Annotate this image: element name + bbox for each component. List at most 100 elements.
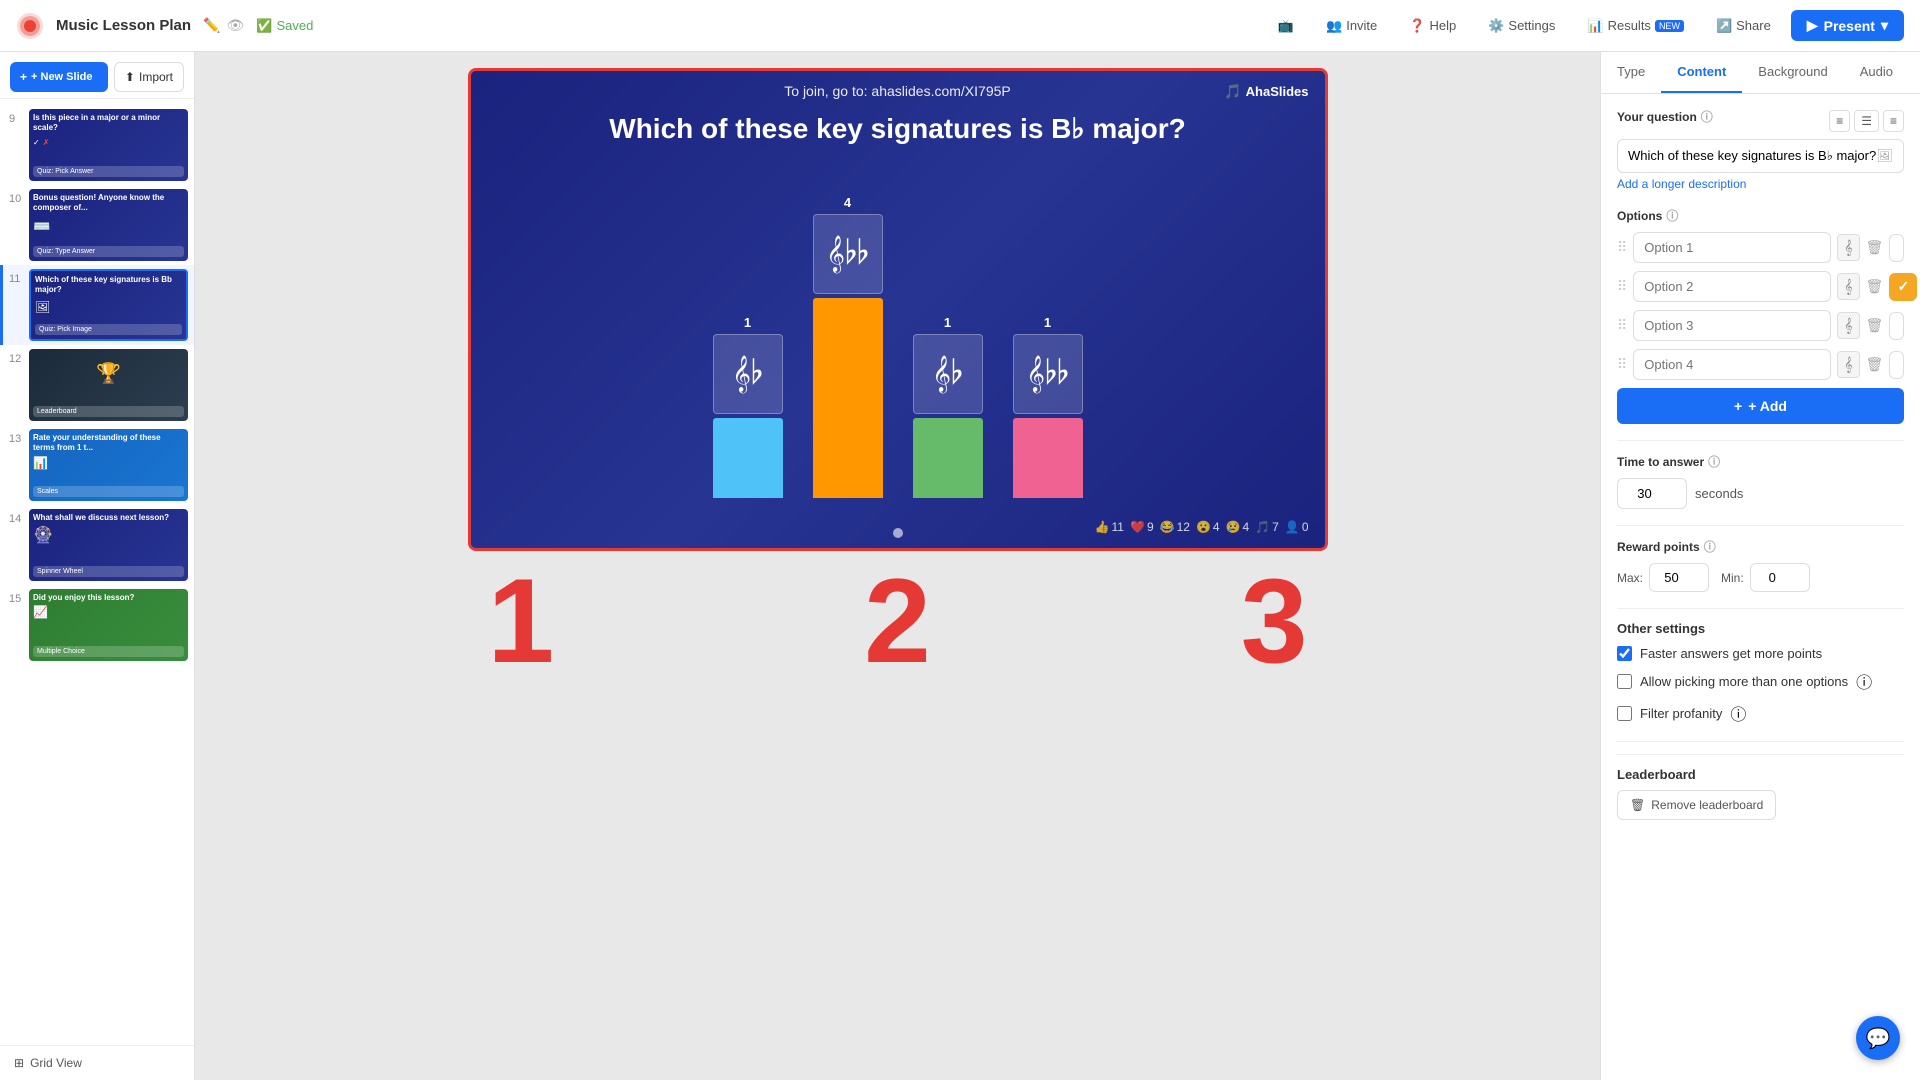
filter-profanity-checkbox[interactable] bbox=[1617, 706, 1632, 721]
slide-item[interactable]: 14 What shall we discuss next lesson? 🎡 … bbox=[0, 505, 194, 585]
faster-answers-checkbox[interactable] bbox=[1617, 646, 1632, 661]
option-delete-icon[interactable]: 🗑 bbox=[1866, 317, 1884, 334]
results-button[interactable]: 📊 Results NEW bbox=[1575, 12, 1696, 40]
tab-background[interactable]: Background bbox=[1742, 52, 1843, 93]
option-row: ⠿ 𝄞 🗑 ✓ bbox=[1617, 271, 1904, 302]
bar-image: 𝄞♭ bbox=[913, 334, 983, 414]
share-button[interactable]: ↗️ Share bbox=[1704, 12, 1783, 40]
chat-button[interactable]: 💬 bbox=[1856, 1016, 1900, 1060]
align-left-icon[interactable]: ≡ bbox=[1829, 110, 1850, 132]
tab-type[interactable]: Type bbox=[1601, 52, 1661, 93]
filter-profanity-label: Filter profanity bbox=[1640, 706, 1722, 721]
option-music-button[interactable]: 𝄞 bbox=[1837, 273, 1859, 300]
multi-option-checkbox[interactable] bbox=[1617, 674, 1632, 689]
divider bbox=[1617, 741, 1904, 742]
question-input[interactable] bbox=[1628, 149, 1876, 164]
settings-button[interactable]: ⚙️ Settings bbox=[1476, 12, 1567, 40]
drag-handle-icon[interactable]: ⠿ bbox=[1617, 239, 1627, 256]
option-delete-icon[interactable]: 🗑 bbox=[1866, 278, 1884, 295]
option-music-button[interactable]: 𝄞 bbox=[1837, 234, 1859, 261]
time-section: Time to answer ⓘ seconds bbox=[1617, 453, 1904, 509]
slide-item[interactable]: 9 Is this piece in a major or a minor sc… bbox=[0, 105, 194, 185]
question-section: Your question ⓘ ≡ ☰ ≡ 🖼 Add a longer des… bbox=[1617, 108, 1904, 191]
slide-item[interactable]: 12 🏆 Leaderboard bbox=[0, 345, 194, 425]
preview-numbers: 1 2 3 bbox=[468, 551, 1328, 691]
topbar: Music Lesson Plan ✏️ 👁 ✅ Saved 📺 👥 Invit… bbox=[0, 0, 1920, 52]
bar-image: 𝄞♭♭ bbox=[1013, 334, 1083, 414]
time-input[interactable] bbox=[1617, 478, 1687, 509]
slide-item[interactable]: 13 Rate your understanding of these term… bbox=[0, 425, 194, 505]
align-center-icon[interactable]: ☰ bbox=[1854, 110, 1879, 132]
reward-row: Max: Min: bbox=[1617, 563, 1904, 592]
bar-fill bbox=[913, 418, 983, 498]
preview-question: Which of these key signatures is B♭ majo… bbox=[471, 111, 1325, 147]
option-1-input[interactable] bbox=[1633, 232, 1831, 263]
import-icon: ⬆ bbox=[125, 70, 135, 84]
drag-handle-icon[interactable]: ⠿ bbox=[1617, 278, 1627, 295]
slide-item[interactable]: 15 Did you enjoy this lesson? 📈 Multiple… bbox=[0, 585, 194, 665]
align-right-icon[interactable]: ≡ bbox=[1883, 110, 1904, 132]
multi-option-label: Allow picking more than one options bbox=[1640, 674, 1848, 689]
options-label: Options ⓘ bbox=[1617, 207, 1904, 224]
slide-item[interactable]: 11 Which of these key signatures is Bb m… bbox=[0, 265, 194, 345]
plus-icon: + bbox=[1734, 398, 1742, 414]
main-area: + + New Slide ⬆ Import 9 Is this piece i… bbox=[0, 52, 1920, 1080]
option-4-input[interactable] bbox=[1633, 349, 1831, 380]
app-title: Music Lesson Plan bbox=[56, 17, 191, 34]
option-correct-empty[interactable] bbox=[1889, 234, 1904, 262]
invite-button[interactable]: 👥 Invite bbox=[1314, 12, 1389, 40]
grid-view-button[interactable]: ⊞ Grid View bbox=[0, 1045, 194, 1080]
present-screen-button[interactable]: 📺 bbox=[1266, 12, 1306, 40]
faster-answers-row: Faster answers get more points bbox=[1617, 646, 1904, 661]
time-label: Time to answer ⓘ bbox=[1617, 453, 1904, 470]
present-button[interactable]: ▶ Present ▾ bbox=[1791, 10, 1904, 41]
panel-content: Your question ⓘ ≡ ☰ ≡ 🖼 Add a longer des… bbox=[1601, 94, 1920, 1080]
filter-profanity-row: Filter profanity ⓘ bbox=[1617, 701, 1904, 725]
option-correct-empty[interactable] bbox=[1889, 312, 1904, 340]
image-upload-icon[interactable]: 🖼 bbox=[1876, 148, 1893, 164]
option-correct-empty[interactable] bbox=[1889, 351, 1904, 379]
option-3-input[interactable] bbox=[1633, 310, 1831, 341]
number-1: 1 bbox=[488, 561, 555, 681]
min-input[interactable] bbox=[1750, 563, 1810, 592]
drag-handle-icon[interactable]: ⠿ bbox=[1617, 317, 1627, 334]
option-delete-icon[interactable]: 🗑 bbox=[1866, 356, 1884, 373]
remove-leaderboard-button[interactable]: 🗑 Remove leaderboard bbox=[1617, 790, 1776, 820]
option-music-button[interactable]: 𝄞 bbox=[1837, 312, 1859, 339]
bar-group: 1 𝄞♭ bbox=[713, 315, 783, 498]
tab-content[interactable]: Content bbox=[1661, 52, 1742, 93]
slide-preview: To join, go to: ahaslides.com/XI795P 🎵 A… bbox=[468, 68, 1328, 551]
reward-section: Reward points ⓘ Max: Min: bbox=[1617, 538, 1904, 592]
bar-group: 1 𝄞♭♭ bbox=[1013, 315, 1083, 498]
edit-icon[interactable]: ✏️ bbox=[203, 17, 220, 34]
title-icons: ✏️ 👁 bbox=[203, 17, 244, 34]
help-button[interactable]: ❓ Help bbox=[1397, 12, 1468, 40]
saved-badge: ✅ Saved bbox=[256, 18, 313, 34]
slide-item[interactable]: 10 Bonus question! Anyone know the compo… bbox=[0, 185, 194, 265]
help-icon: ⓘ bbox=[1856, 669, 1872, 693]
option-row: ⠿ 𝄞 🗑 bbox=[1617, 310, 1904, 341]
option-correct-button[interactable]: ✓ bbox=[1889, 273, 1917, 301]
eye-icon[interactable]: 👁 bbox=[226, 17, 244, 34]
option-2-input[interactable] bbox=[1633, 271, 1831, 302]
min-label: Min: bbox=[1721, 571, 1744, 585]
add-description-link[interactable]: Add a longer description bbox=[1617, 177, 1904, 191]
play-icon: ▶ bbox=[1807, 17, 1818, 34]
option-music-button[interactable]: 𝄞 bbox=[1837, 351, 1859, 378]
help-icon: ⓘ bbox=[1730, 701, 1746, 725]
other-settings-section: Other settings Faster answers get more p… bbox=[1617, 621, 1904, 725]
add-option-button[interactable]: + + Add bbox=[1617, 388, 1904, 424]
max-input[interactable] bbox=[1649, 563, 1709, 592]
leaderboard-section: Leaderboard 🗑 Remove leaderboard bbox=[1617, 754, 1904, 820]
min-field: Min: bbox=[1721, 563, 1810, 592]
tab-audio[interactable]: Audio bbox=[1844, 52, 1909, 93]
drag-handle-icon[interactable]: ⠿ bbox=[1617, 356, 1627, 373]
right-panel: Type Content Background Audio Your quest… bbox=[1600, 52, 1920, 1080]
grid-icon: ⊞ bbox=[14, 1056, 24, 1070]
divider bbox=[1617, 525, 1904, 526]
topbar-actions: 📺 👥 Invite ❓ Help ⚙️ Settings 📊 Results … bbox=[1266, 10, 1904, 41]
option-delete-icon[interactable]: 🗑 bbox=[1866, 239, 1884, 256]
new-slide-button[interactable]: + + New Slide bbox=[10, 62, 108, 92]
import-button[interactable]: ⬆ Import bbox=[114, 62, 184, 92]
help-icon: ⓘ bbox=[1704, 538, 1716, 555]
